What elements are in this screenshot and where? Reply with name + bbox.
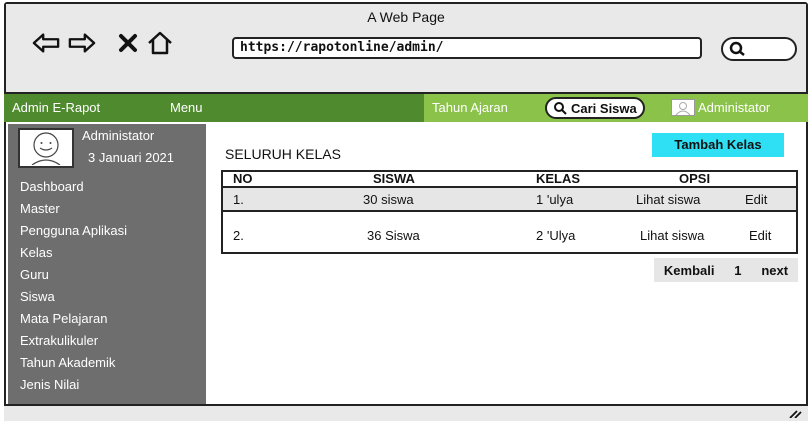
row-student-count: 30 siswa xyxy=(363,192,414,207)
profile-date: 3 Januari 2021 xyxy=(88,150,175,165)
sidebar-item-guru[interactable]: Guru xyxy=(20,264,127,286)
edit-link[interactable]: Edit xyxy=(749,224,771,248)
search-icon xyxy=(729,41,745,56)
pagination-next[interactable]: next xyxy=(761,263,788,278)
table-row: 1. 30 siswa 1 'ulya Lihat siswa Edit xyxy=(223,188,796,212)
resize-grip-icon[interactable] xyxy=(788,410,802,418)
sidebar-item-tahun-akademik[interactable]: Tahun Akademik xyxy=(20,352,127,374)
view-students-link[interactable]: Lihat siswa xyxy=(640,224,704,248)
browser-titlebar: A Web Page https://rapotonline/admin/ xyxy=(6,4,806,94)
add-class-button[interactable]: Tambah Kelas xyxy=(652,133,784,157)
sidebar-item-kelas[interactable]: Kelas xyxy=(20,242,127,264)
browser-search-input[interactable] xyxy=(721,37,797,61)
column-header-no: NO xyxy=(233,171,253,186)
user-avatar-icon xyxy=(31,132,61,165)
pagination-page[interactable]: 1 xyxy=(734,263,741,278)
user-menu[interactable]: Administator xyxy=(671,99,770,116)
sidebar-item-extrakulikuler[interactable]: Extrakulikuler xyxy=(20,330,127,352)
home-icon[interactable] xyxy=(146,30,174,56)
url-input[interactable]: https://rapotonline/admin/ xyxy=(232,37,702,59)
profile-name: Administator xyxy=(82,128,155,143)
row-number: 1. xyxy=(233,192,244,207)
row-class-name: 2 'Ulya xyxy=(536,228,576,243)
user-name: Administator xyxy=(698,100,771,115)
pagination-back[interactable]: Kembali xyxy=(664,263,715,278)
pagination: Kembali 1 next xyxy=(654,258,798,282)
sidebar-menu: Dashboard Master Pengguna Aplikasi Kelas… xyxy=(20,176,127,396)
sidebar-item-jenis-nilai[interactable]: Jenis Nilai xyxy=(20,374,127,396)
avatar xyxy=(18,128,74,168)
class-table: NO SISWA KELAS OPSI 1. 30 siswa 1 'ulya … xyxy=(221,170,798,254)
sidebar-item-pengguna-aplikasi[interactable]: Pengguna Aplikasi xyxy=(20,220,127,242)
forward-arrow-icon[interactable] xyxy=(68,30,96,56)
row-class-name: 1 'ulya xyxy=(536,192,574,207)
page-title: A Web Page xyxy=(367,9,445,25)
sidebar-item-mata-pelajaran[interactable]: Mata Pelajaran xyxy=(20,308,127,330)
section-title: SELURUH KELAS xyxy=(225,146,341,162)
table-row: 2. 36 Siswa 2 'Ulya Lihat siswa Edit xyxy=(223,224,796,248)
column-header-opsi: OPSI xyxy=(679,171,711,186)
sidebar-item-siswa[interactable]: Siswa xyxy=(20,286,127,308)
app-brand[interactable]: Admin E-Rapot xyxy=(12,100,100,115)
back-arrow-icon[interactable] xyxy=(32,30,60,56)
table-header: NO SISWA KELAS OPSI xyxy=(223,172,796,188)
view-students-link[interactable]: Lihat siswa xyxy=(636,188,700,212)
sidebar-item-master[interactable]: Master xyxy=(20,198,127,220)
column-header-kelas: KELAS xyxy=(536,171,581,186)
row-number: 2. xyxy=(233,228,244,243)
browser-status-bar xyxy=(4,404,808,421)
search-student-button[interactable]: Cari Siswa xyxy=(545,97,645,119)
sidebar-item-dashboard[interactable]: Dashboard xyxy=(20,176,127,198)
search-student-label: Cari Siswa xyxy=(571,100,637,116)
close-icon[interactable] xyxy=(114,30,142,56)
edit-link[interactable]: Edit xyxy=(745,188,767,212)
menu-button[interactable]: Menu xyxy=(170,100,203,115)
tahun-ajaran-label[interactable]: Tahun Ajaran xyxy=(432,100,508,115)
app-header: Admin E-Rapot Menu Tahun Ajaran Cari Sis… xyxy=(4,94,808,122)
search-icon xyxy=(554,102,567,115)
sidebar: Administator 3 Januari 2021 Dashboard Ma… xyxy=(8,124,206,419)
user-avatar-icon xyxy=(671,99,695,116)
row-student-count: 36 Siswa xyxy=(367,228,420,243)
column-header-siswa: SISWA xyxy=(373,171,415,186)
